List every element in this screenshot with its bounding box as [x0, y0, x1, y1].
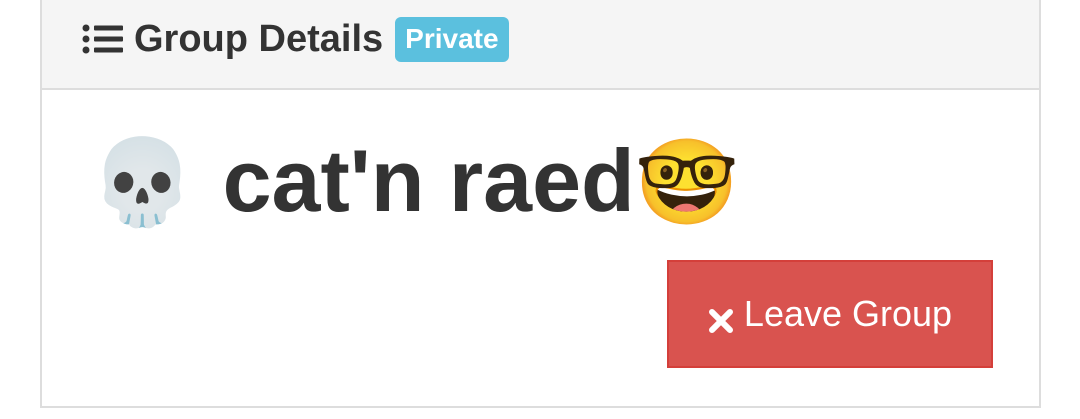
leave-group-label: Leave Group [743, 293, 953, 334]
group-details-panel: Group Details Private 💀 cat'n raed🤓 Leave… [40, 0, 1041, 408]
group-name-heading: 💀 cat'n raed🤓 [90, 126, 739, 237]
skull-emoji-icon: 💀 [90, 135, 195, 229]
group-name: cat'n raed [222, 131, 635, 230]
panel-heading: Group Details Private [42, 0, 1039, 90]
list-icon [82, 23, 124, 55]
times-icon [708, 301, 734, 333]
leave-group-button[interactable]: Leave Group [667, 260, 993, 368]
panel-body: 💀 cat'n raed🤓 Leave Group [42, 90, 1039, 406]
page-title: Group Details [134, 17, 384, 60]
nerd-face-emoji-icon: 🤓 [634, 135, 740, 229]
privacy-badge: Private [395, 16, 509, 62]
